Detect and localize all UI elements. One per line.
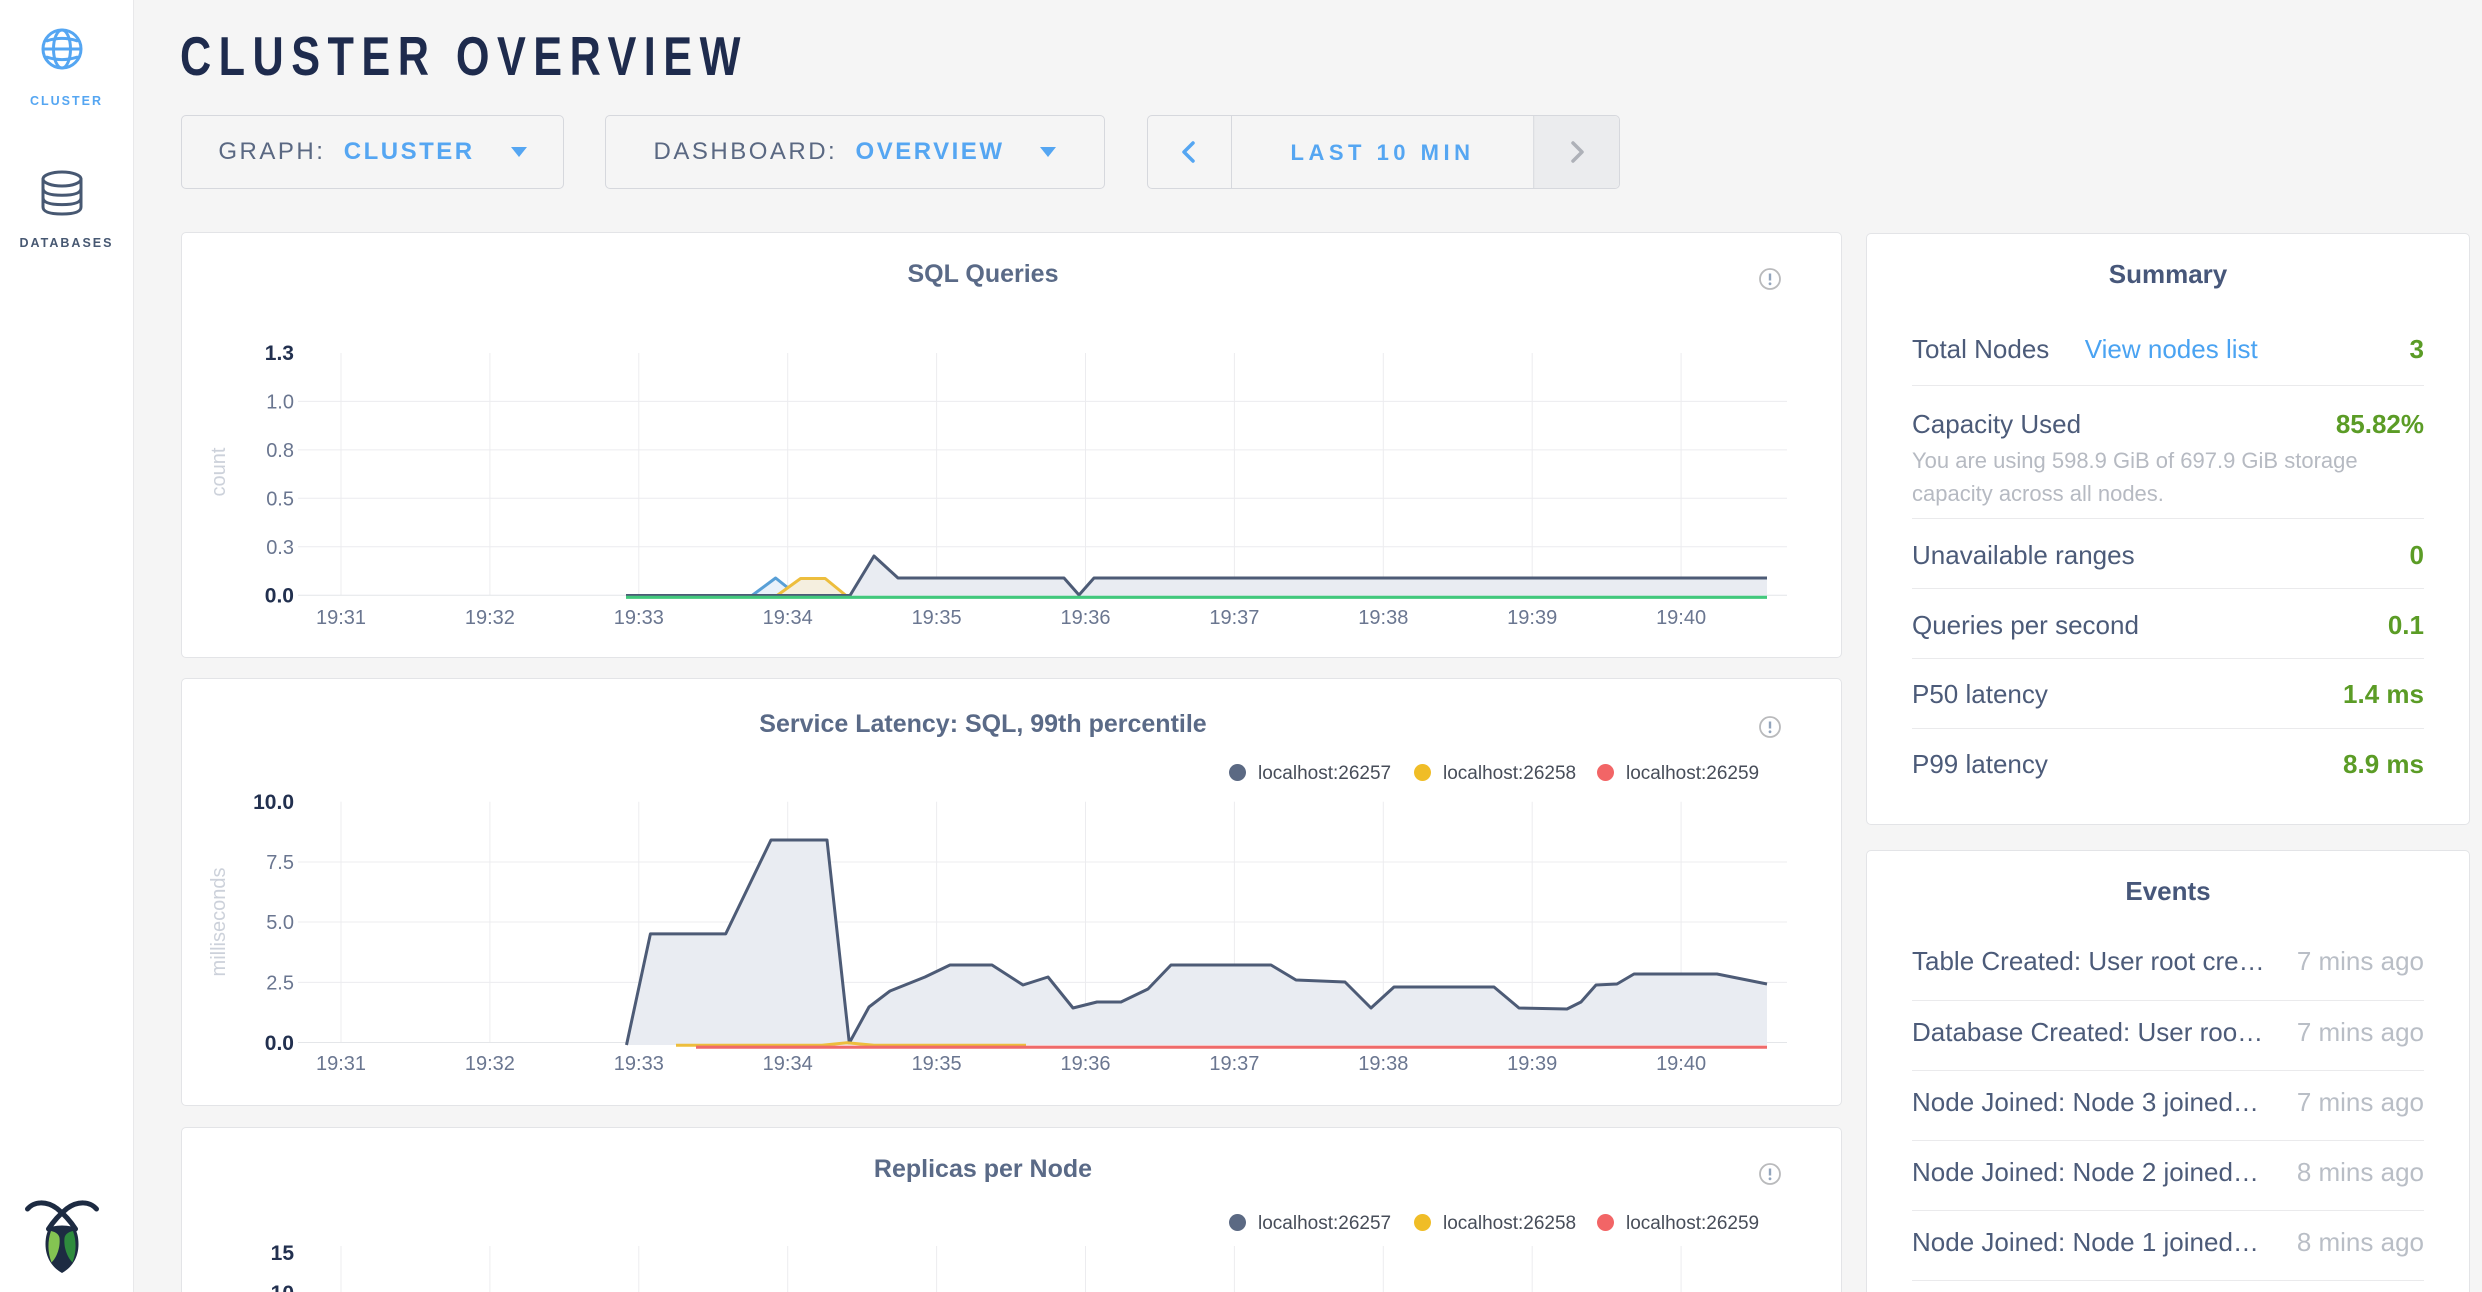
svg-text:0.0: 0.0	[265, 584, 294, 607]
svg-text:0.5: 0.5	[266, 488, 294, 510]
svg-text:19:39: 19:39	[1507, 607, 1557, 629]
svg-text:19:36: 19:36	[1060, 1053, 1110, 1075]
svg-text:19:40: 19:40	[1656, 1053, 1706, 1075]
svg-text:10.0: 10.0	[253, 791, 294, 814]
svg-text:19:32: 19:32	[465, 607, 515, 629]
svg-text:19:34: 19:34	[763, 607, 813, 629]
svg-text:19:33: 19:33	[614, 607, 664, 629]
svg-text:19:32: 19:32	[465, 1053, 515, 1075]
svg-text:0.8: 0.8	[266, 440, 294, 462]
svg-text:1.0: 1.0	[266, 391, 294, 413]
svg-text:19:38: 19:38	[1358, 1053, 1408, 1075]
svg-text:19:39: 19:39	[1507, 1053, 1557, 1075]
svg-text:2.5: 2.5	[266, 972, 294, 994]
svg-text:0.0: 0.0	[265, 1032, 294, 1055]
svg-text:0.3: 0.3	[266, 537, 294, 559]
svg-text:7.5: 7.5	[266, 852, 294, 874]
svg-text:19:37: 19:37	[1209, 607, 1259, 629]
svg-text:LAST 10 MIN: LAST 10 MIN	[1291, 140, 1475, 165]
svg-text:5.0: 5.0	[266, 912, 294, 934]
svg-text:19:36: 19:36	[1060, 607, 1110, 629]
svg-text:19:31: 19:31	[316, 1053, 366, 1075]
svg-text:15: 15	[271, 1242, 295, 1265]
svg-text:19:33: 19:33	[614, 1053, 664, 1075]
svg-text:10: 10	[271, 1282, 294, 1292]
svg-text:19:34: 19:34	[763, 1053, 813, 1075]
svg-text:19:35: 19:35	[912, 607, 962, 629]
svg-text:19:38: 19:38	[1358, 607, 1408, 629]
svg-text:count: count	[208, 447, 230, 496]
svg-text:19:35: 19:35	[912, 1053, 962, 1075]
svg-text:milliseconds: milliseconds	[208, 868, 230, 977]
svg-text:19:31: 19:31	[316, 607, 366, 629]
svg-text:19:40: 19:40	[1656, 607, 1706, 629]
svg-text:19:37: 19:37	[1209, 1053, 1259, 1075]
svg-text:1.3: 1.3	[265, 342, 294, 365]
